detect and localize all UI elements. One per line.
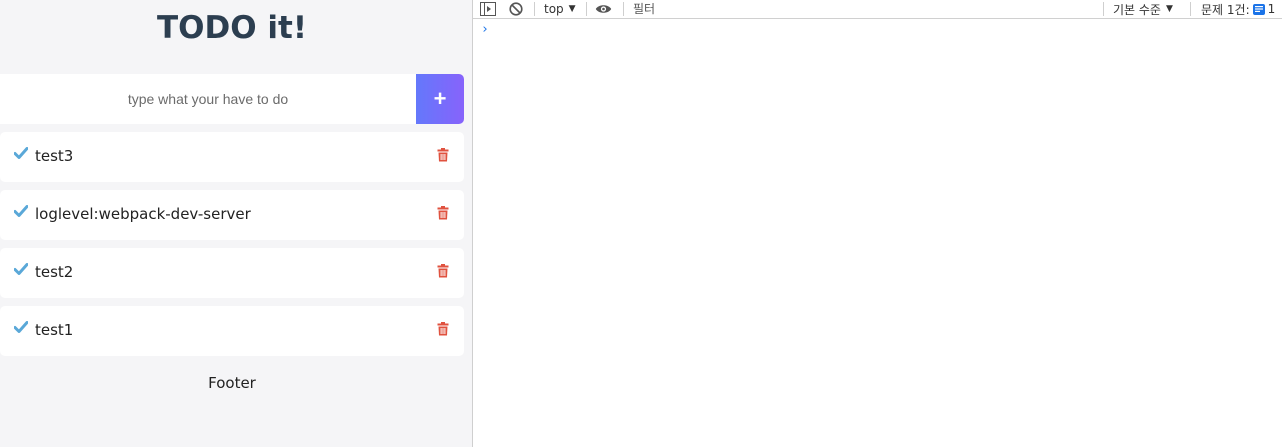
toolbar-divider (623, 2, 624, 16)
toolbar-divider (1190, 2, 1191, 16)
todo-text: test1 (35, 321, 74, 339)
todo-text: test2 (35, 263, 74, 281)
context-selector[interactable]: top ▼ (544, 0, 576, 18)
issues-label: 문제 1건: (1201, 2, 1250, 17)
check-icon[interactable] (14, 321, 28, 333)
devtools-console: top ▼ 기본 수준 ▼ 문제 1건: 1 › (473, 0, 1282, 447)
todo-item: test2 (0, 248, 464, 298)
toolbar-divider (586, 2, 587, 16)
trash-icon[interactable] (437, 206, 449, 220)
sidebar-toggle-icon[interactable] (480, 0, 496, 18)
footer: Footer (208, 374, 256, 392)
todo-item: loglevel:webpack-dev-server (0, 190, 464, 240)
todo-item: test1 (0, 306, 464, 356)
trash-icon[interactable] (437, 148, 449, 162)
todo-input[interactable] (0, 74, 416, 124)
dropdown-arrow-icon: ▼ (568, 4, 576, 14)
check-icon[interactable] (14, 263, 28, 275)
eye-icon[interactable] (595, 0, 612, 18)
console-prompt[interactable]: › (481, 22, 489, 37)
toolbar-divider (1103, 2, 1104, 16)
trash-icon[interactable] (437, 264, 449, 278)
clear-console-icon[interactable] (509, 0, 523, 18)
toolbar-divider (534, 2, 535, 16)
check-icon[interactable] (14, 147, 28, 159)
app-title: TODO it! (157, 10, 307, 46)
plus-icon: + (433, 86, 447, 111)
todo-item: test3 (0, 132, 464, 182)
todo-list: test3 loglevel:webpack-dev-server test2 … (0, 132, 464, 364)
log-levels-label: 기본 수준 (1113, 2, 1161, 17)
issue-message-icon (1252, 3, 1265, 15)
issues-button[interactable]: 문제 1건: 1 (1201, 0, 1275, 18)
console-toolbar: top ▼ 기본 수준 ▼ 문제 1건: 1 (473, 0, 1282, 19)
issues-count: 1 (1267, 2, 1276, 16)
context-label: top (544, 2, 564, 16)
log-levels-dropdown[interactable]: 기본 수준 ▼ (1113, 0, 1173, 18)
filter-input[interactable] (629, 0, 1103, 17)
todo-text: test3 (35, 147, 74, 165)
add-button[interactable]: + (416, 74, 464, 124)
todo-app: TODO it! + test3 loglevel:webpack-dev-se… (0, 0, 472, 447)
check-icon[interactable] (14, 205, 28, 217)
dropdown-arrow-icon: ▼ (1165, 4, 1173, 14)
trash-icon[interactable] (437, 322, 449, 336)
todo-input-row: + (0, 74, 464, 124)
todo-text: loglevel:webpack-dev-server (35, 205, 251, 223)
